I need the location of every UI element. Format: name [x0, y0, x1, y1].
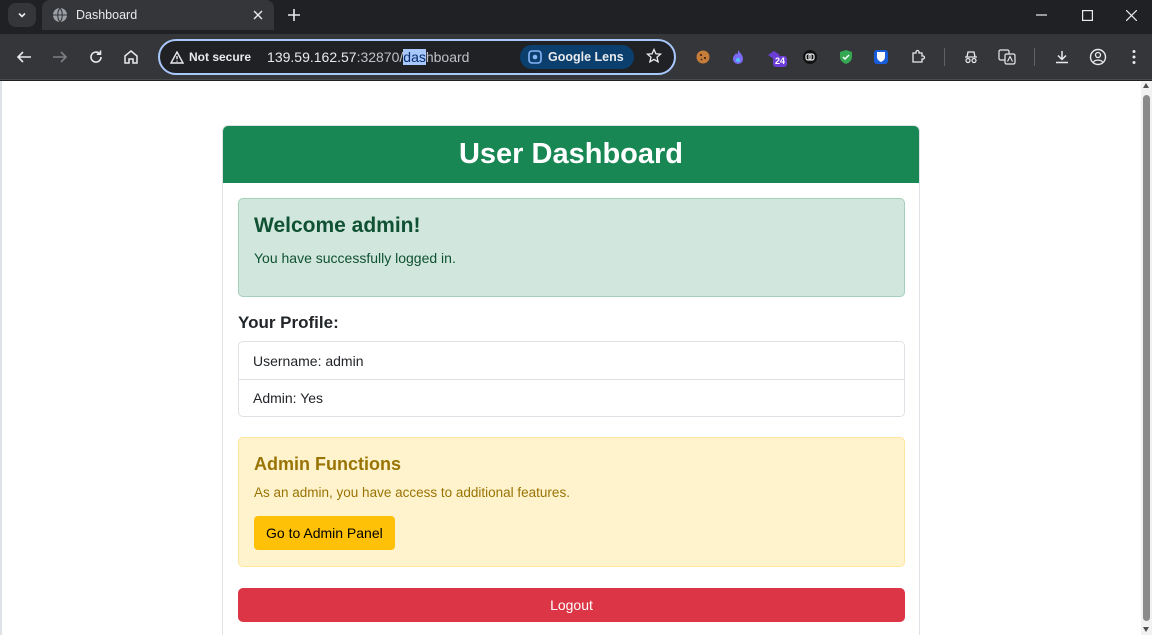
- admin-message: As an admin, you have access to addition…: [254, 485, 570, 500]
- toolbar-separator: [1034, 48, 1035, 66]
- scroll-thumb[interactable]: [1143, 95, 1150, 621]
- bookmark-star-icon[interactable]: [645, 47, 663, 69]
- security-label: Not secure: [189, 50, 252, 64]
- toolbar-separator: [944, 48, 945, 66]
- incognito-icon[interactable]: [960, 46, 982, 68]
- list-item: Admin: Yes: [239, 379, 904, 416]
- download-icon[interactable]: [1051, 46, 1073, 68]
- globe-icon: [53, 7, 67, 23]
- google-lens-button[interactable]: Google Lens: [520, 45, 634, 69]
- url-host: 139.59.162.57: [267, 49, 357, 65]
- browser-toolbar: Not secure 139.59.162.57:32870/dashboard…: [0, 34, 1152, 80]
- logout-button[interactable]: Logout: [238, 588, 905, 622]
- security-chip[interactable]: Not secure: [170, 50, 251, 64]
- extension-badge-icon[interactable]: 24: [763, 46, 788, 68]
- bitwarden-icon[interactable]: [870, 46, 892, 68]
- welcome-message: You have successfully logged in.: [254, 250, 456, 266]
- url-text[interactable]: 139.59.162.57:32870/dashboard: [267, 49, 469, 65]
- url-selection: das: [403, 49, 426, 65]
- window-close-icon[interactable]: [1108, 0, 1152, 30]
- welcome-heading: Welcome admin!: [254, 214, 421, 237]
- address-bar[interactable]: Not secure 139.59.162.57:32870/dashboard…: [158, 39, 676, 75]
- plus-icon[interactable]: [282, 4, 306, 26]
- profile-icon[interactable]: [1087, 46, 1109, 68]
- minimize-icon[interactable]: [1018, 0, 1064, 30]
- more-menu-icon[interactable]: [1123, 46, 1145, 68]
- profile-title: Your Profile:: [238, 313, 339, 332]
- url-rest: hboard: [425, 49, 470, 65]
- tab-search-icon[interactable]: [8, 3, 36, 27]
- close-icon[interactable]: [250, 7, 266, 23]
- link-extension-icon[interactable]: [799, 46, 821, 68]
- shield-extension-icon[interactable]: [835, 46, 857, 68]
- scroll-up-arrow[interactable]: [1143, 83, 1149, 88]
- admin-heading: Admin Functions: [254, 454, 401, 474]
- warning-triangle-icon: [170, 50, 184, 64]
- reload-icon[interactable]: [84, 45, 108, 69]
- puzzle-icon[interactable]: [907, 46, 929, 68]
- extension-badge: 24: [773, 56, 788, 67]
- cookie-icon[interactable]: [692, 46, 714, 68]
- dashboard-card: User Dashboard Welcome admin! You have s…: [222, 125, 920, 635]
- active-tab[interactable]: Dashboard: [42, 0, 274, 30]
- list-item: Username: admin: [253, 352, 364, 369]
- page-left-edge: [0, 81, 2, 635]
- tab-strip: Dashboard: [0, 0, 1152, 34]
- page-viewport: User Dashboard Welcome admin! You have s…: [0, 81, 1152, 635]
- flame-extension-icon[interactable]: [727, 46, 749, 68]
- lens-icon: [528, 50, 542, 64]
- tab-title: Dashboard: [76, 8, 138, 22]
- back-arrow-icon[interactable]: [12, 45, 36, 69]
- url-port: :32870/: [356, 49, 404, 65]
- admin-functions-alert: Admin Functions As an admin, you have ac…: [238, 437, 905, 567]
- lens-label: Google Lens: [548, 50, 624, 64]
- scroll-down-arrow[interactable]: [1143, 627, 1149, 632]
- page-scrollbar[interactable]: [1141, 81, 1152, 635]
- home-icon[interactable]: [119, 45, 143, 69]
- forward-arrow-icon[interactable]: [48, 45, 72, 69]
- admin-panel-button[interactable]: Go to Admin Panel: [254, 516, 395, 550]
- welcome-alert: Welcome admin! You have successfully log…: [238, 198, 905, 297]
- translate-icon[interactable]: [996, 46, 1018, 68]
- profile-list: Username: admin Admin: Yes: [238, 341, 905, 417]
- page-title: User Dashboard: [223, 126, 919, 183]
- maximize-icon[interactable]: [1064, 0, 1110, 30]
